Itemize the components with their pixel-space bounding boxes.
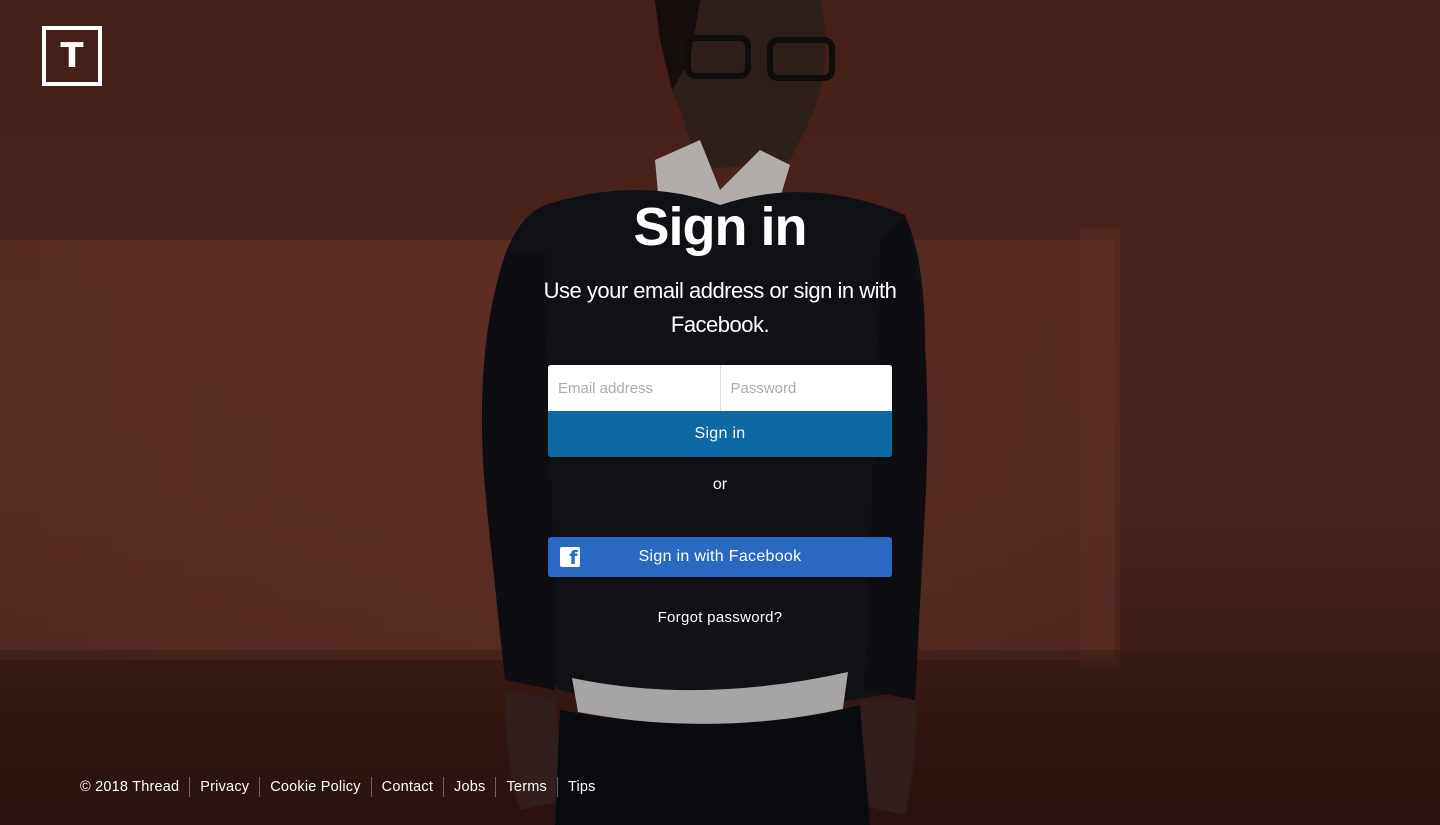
forgot-password-link[interactable]: Forgot password? bbox=[620, 609, 820, 626]
footer-link-contact[interactable]: Contact bbox=[370, 777, 443, 797]
thread-logo[interactable]: T bbox=[42, 26, 102, 86]
email-field[interactable] bbox=[548, 365, 720, 411]
footer-link-cookie-policy[interactable]: Cookie Policy bbox=[259, 777, 370, 797]
facebook-sign-in-button[interactable]: f Sign in with Facebook bbox=[548, 537, 892, 577]
footer-link-privacy[interactable]: Privacy bbox=[189, 777, 259, 797]
or-divider-text: or bbox=[712, 476, 728, 493]
logo-letter: T bbox=[60, 36, 84, 76]
footer-link-jobs[interactable]: Jobs bbox=[443, 777, 495, 797]
credentials-fields bbox=[548, 365, 892, 411]
facebook-sign-in-label: Sign in with Facebook bbox=[638, 548, 802, 565]
footer-copyright: © 2018 Thread bbox=[80, 779, 180, 795]
password-field[interactable] bbox=[720, 365, 892, 411]
footer-link-terms[interactable]: Terms bbox=[495, 777, 556, 797]
footer: © 2018 Thread Privacy Cookie Policy Cont… bbox=[80, 776, 606, 798]
sign-in-button[interactable]: Sign in bbox=[548, 411, 892, 457]
footer-link-tips[interactable]: Tips bbox=[556, 777, 606, 797]
page-title: Sign in bbox=[633, 197, 808, 257]
facebook-icon: f bbox=[560, 547, 580, 567]
page-subtitle: Use your email address or sign in with F… bbox=[543, 278, 897, 337]
